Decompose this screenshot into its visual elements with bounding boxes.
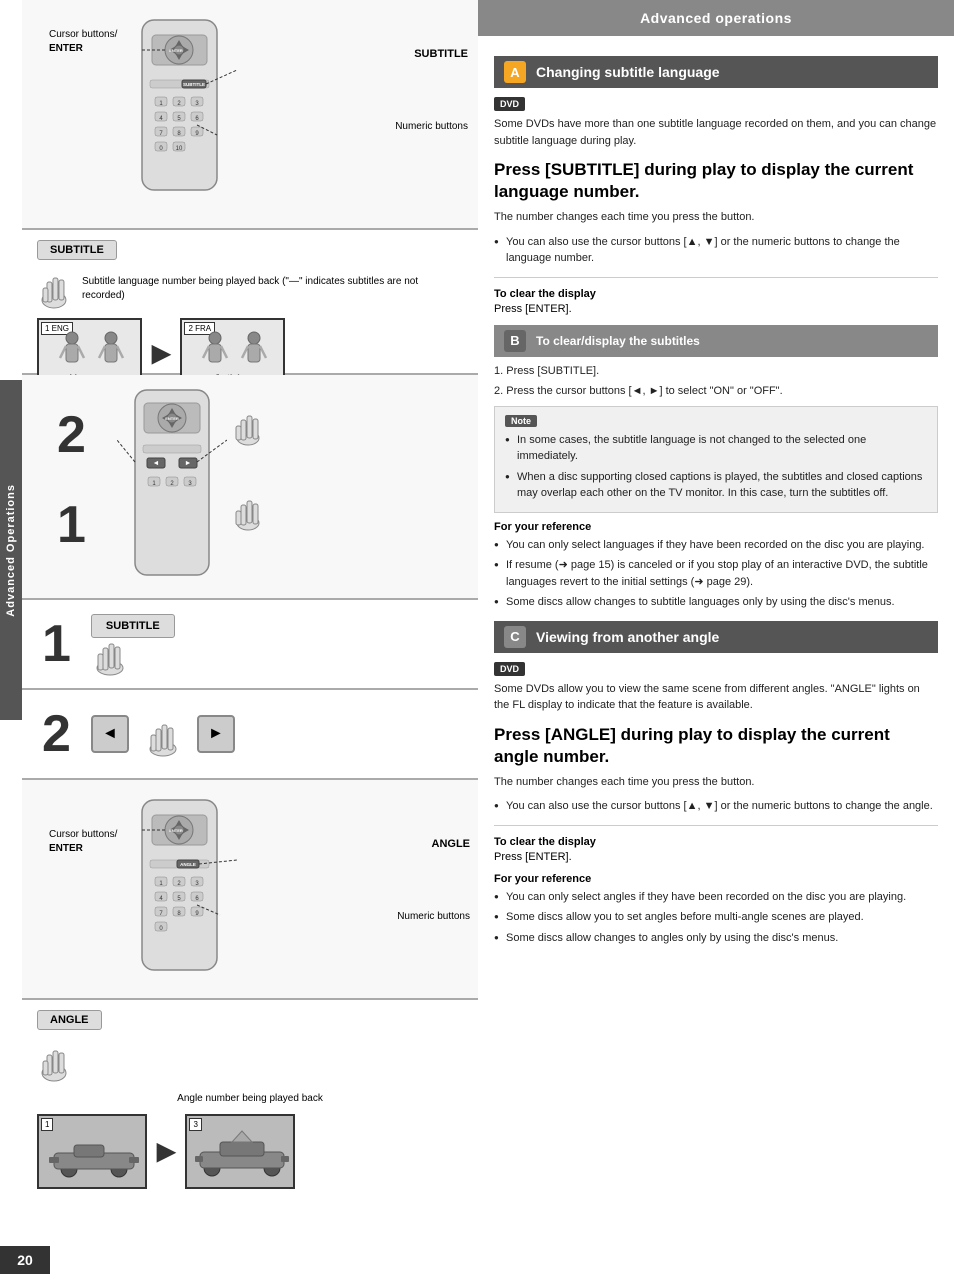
section-a-bullet1: You can also use the cursor buttons [▲, … — [494, 234, 938, 267]
dvd-badge-c: DVD — [494, 662, 525, 676]
svg-text:10: 10 — [176, 146, 183, 152]
angle-chip: ANGLE — [37, 1010, 102, 1030]
hand-press-1 — [91, 638, 129, 676]
angle-screen1: 1 — [37, 1114, 147, 1189]
section-c-ref2: Some discs allow you to set angles befor… — [494, 909, 938, 926]
side-tab: Advanced Operations — [0, 380, 22, 720]
subtitle-chip: SUBTITLE — [37, 240, 117, 260]
section-header-b: B To clear/display the subtitles — [494, 325, 938, 357]
section-c-ref3: Some discs allow changes to angles only … — [494, 930, 938, 947]
remote-a-svg: ENTER 1 2 3 4 5 6 7 8 9 0 10 — [122, 15, 237, 200]
section-c-bullet1: You can also use the cursor buttons [▲, … — [494, 798, 938, 815]
svg-text:SUBTITLE: SUBTITLE — [183, 82, 205, 87]
side-tab-label: Advanced Operations — [5, 484, 17, 617]
section-b-badge: B — [504, 330, 526, 352]
numeric-label-c: Numeric buttons — [397, 910, 470, 923]
section-c-title: Viewing from another angle — [536, 629, 719, 645]
remote-b-svg: ENTER ◄ ► 1 2 3 — [117, 385, 227, 585]
numeric-label-a: Numeric buttons — [395, 120, 468, 133]
section-b-note2: When a disc supporting closed captions i… — [505, 469, 927, 502]
section-b-title: To clear/display the subtitles — [536, 334, 700, 348]
subtitle-label-a: SUBTITLE — [414, 48, 468, 60]
section-header-a: A Changing subtitle language — [494, 56, 938, 88]
step-1-diagram: 1 — [57, 495, 86, 555]
section-c-ref1: You can only select angles if they have … — [494, 889, 938, 906]
section-b-ref3: Some discs allow changes to subtitle lan… — [494, 594, 938, 611]
to-clear-body-c: Press [ENTER]. — [494, 851, 938, 863]
dvd-badge-a: DVD — [494, 97, 525, 111]
angle-note: Angle number being played back — [37, 1093, 463, 1104]
left-panel: Advanced Operations A ENTER — [0, 0, 478, 1274]
for-ref-label-b: For your reference — [494, 521, 938, 533]
svg-text:ENTER: ENTER — [165, 416, 179, 421]
step-1-number: 1 — [42, 614, 71, 674]
cursor-label-c: Cursor buttons/ ENTER — [49, 828, 117, 856]
section-b-step2: 2. Press the cursor buttons [◄, ►] to se… — [494, 383, 938, 400]
step-2-number: 2 — [42, 704, 71, 764]
svg-text:ANGLE: ANGLE — [180, 862, 196, 867]
page-number: 20 — [0, 1246, 50, 1274]
to-clear-label-a: To clear the display — [494, 288, 938, 300]
angle-label-c: ANGLE — [432, 838, 471, 850]
section-a-sub-body: The number changes each time you press t… — [494, 209, 938, 226]
divider-c — [494, 825, 938, 826]
right-panel: Advanced operations A Changing subtitle … — [478, 0, 954, 1274]
hand-icon-a — [37, 270, 72, 310]
right-nav-btn[interactable]: ► — [197, 715, 235, 753]
remote-c-svg: ENTER ANGLE 1 2 3 4 5 6 7 8 9 0 — [122, 795, 237, 980]
note-label: Note — [505, 415, 537, 427]
hand-icon-b1 — [232, 495, 264, 533]
section-b-ref2: If resume (➜ page 15) is canceled or if … — [494, 557, 938, 590]
section-b-note1: In some cases, the subtitle language is … — [505, 432, 927, 465]
subtitle-note: Subtitle language number being played ba… — [82, 270, 463, 303]
car-svg-1 — [44, 1131, 144, 1181]
angle-screen1-badge: 1 — [41, 1118, 53, 1131]
svg-text:ENTER: ENTER — [169, 828, 183, 833]
section-c-sub-body: The number changes each time you press t… — [494, 774, 938, 791]
cursor-label-a: Cursor buttons/ ENTER — [49, 28, 117, 56]
section-c-body: Some DVDs allow you to view the same sce… — [494, 681, 938, 714]
svg-text:◄: ◄ — [153, 460, 160, 467]
section-c-press-heading: Press [ANGLE] during play to display the… — [494, 724, 938, 768]
section-b-diagram: 2 1 ENTER ◄ ► 1 2 3 — [22, 375, 478, 600]
section-a-badge: A — [504, 61, 526, 83]
section-c-badge: C — [504, 626, 526, 648]
section-a-press-heading: Press [SUBTITLE] during play to display … — [494, 159, 938, 203]
hand-icon-c — [37, 1043, 72, 1083]
section-a-diagram: ENTER 1 2 3 4 5 6 7 8 9 0 10 — [22, 0, 478, 230]
section-a-title: Changing subtitle language — [536, 64, 720, 80]
arrow-right-a: ▶ — [152, 339, 170, 368]
person-svg-1 — [54, 330, 129, 375]
to-clear-label-c: To clear the display — [494, 836, 938, 848]
hand-press-2 — [144, 719, 182, 757]
step-2-diagram: 2 — [57, 405, 86, 465]
angle-screen2: 3 — [185, 1114, 295, 1189]
section-header-c: C Viewing from another angle — [494, 621, 938, 653]
section-b-ref1: You can only select languages if they ha… — [494, 537, 938, 554]
step-section-2: 2 ◄ ► — [22, 690, 478, 780]
angle-screens: 1 ▶ 3 — [37, 1114, 463, 1189]
right-header: Advanced operations — [478, 0, 954, 36]
subtitle-button[interactable]: SUBTITLE — [91, 614, 175, 638]
person-svg-2 — [197, 330, 272, 375]
subtitle-display-section: SUBTITLE Subtitle language number being … — [22, 230, 478, 375]
divider-a — [494, 277, 938, 278]
section-c-diagram: ENTER ANGLE 1 2 3 4 5 6 7 8 9 0 — [22, 780, 478, 1000]
left-nav-btn[interactable]: ◄ — [91, 715, 129, 753]
angle-display-section: ANGLE Angle number being played back 1 — [22, 1000, 478, 1274]
for-ref-label-c: For your reference — [494, 873, 938, 885]
arrow-right-c: ▶ — [157, 1137, 175, 1166]
right-content: A Changing subtitle language DVD Some DV… — [478, 36, 954, 962]
hand-icon-b2 — [232, 410, 264, 448]
svg-text:ENTER: ENTER — [169, 48, 183, 53]
nav-buttons: ◄ ► — [91, 714, 235, 755]
car-svg-2 — [192, 1126, 292, 1181]
step-section-1: 1 SUBTITLE — [22, 600, 478, 690]
to-clear-body-a: Press [ENTER]. — [494, 303, 938, 315]
note-box: Note In some cases, the subtitle languag… — [494, 406, 938, 513]
section-b-step1: 1. Press [SUBTITLE]. — [494, 363, 938, 380]
section-a-body: Some DVDs have more than one subtitle la… — [494, 116, 938, 149]
svg-text:►: ► — [185, 460, 192, 467]
